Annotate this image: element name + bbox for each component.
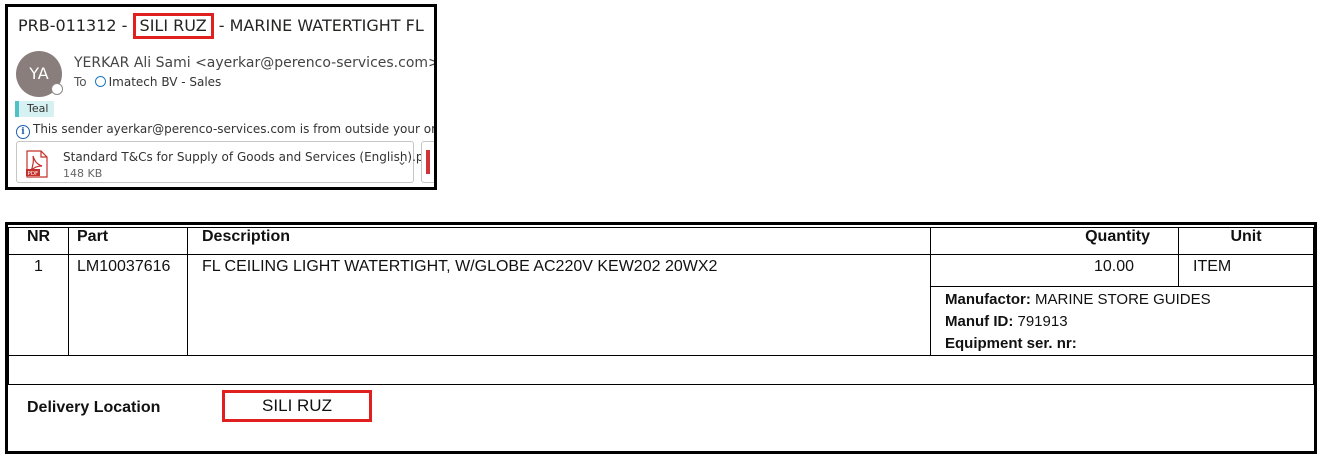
manufactor-value: MARINE STORE GUIDES [1035, 291, 1211, 308]
table-row: 1 LM10037616 FL CEILING LIGHT WATERTIGHT… [8, 254, 1314, 356]
email-header-panel: PRB-011312 - SILI RUZ - MARINE WATERTIGH… [5, 4, 437, 190]
to-label: To [74, 75, 87, 89]
order-panel: NR Part Description Quantity Unit 1 LM10… [5, 222, 1317, 454]
table-spacer-row [8, 355, 1314, 385]
table-header-row: NR Part Description Quantity Unit [8, 227, 1314, 255]
next-attachment-card[interactable] [421, 141, 434, 183]
cell-description: FL CEILING LIGHT WATERTIGHT, W/GLOBE AC2… [187, 254, 931, 356]
external-sender-notice: i This sender ayerkar@perenco-services.co… [16, 122, 436, 139]
cell-part: LM10037616 [68, 254, 188, 356]
header-nr: NR [8, 227, 69, 255]
attachment-name: Standard T&Cs for Supply of Goods and Se… [63, 150, 436, 164]
manufactor-line: Manufactor: MARINE STORE GUIDES [945, 289, 1299, 311]
external-notice-text: This sender ayerkar@perenco-services.com… [33, 122, 436, 136]
category-tag[interactable]: Teal [15, 101, 55, 117]
svg-text:PDF: PDF [28, 171, 39, 177]
equipment-line: Equipment ser. nr: [945, 333, 1299, 355]
manuf-id-label: Manuf ID: [945, 313, 1014, 330]
subject-highlight: SILI RUZ [132, 13, 214, 39]
recipient-presence-icon [94, 76, 106, 87]
delivery-location-value: SILI RUZ [222, 390, 372, 422]
equipment-label: Equipment ser. nr: [945, 335, 1077, 352]
info-icon: i [16, 125, 30, 139]
sender-name[interactable]: YERKAR Ali Sami <ayerkar@perenco-service… [74, 55, 434, 71]
manuf-id-value: 791913 [1017, 313, 1068, 330]
subject-suffix: - MARINE WATERTIGHT FL [213, 16, 424, 35]
subject-prefix: PRB-011312 - [18, 16, 133, 35]
header-part: Part [68, 227, 188, 255]
recipient-name[interactable]: Imatech BV - Sales [109, 75, 222, 89]
spacer-cell [8, 355, 1314, 385]
manufactor-label: Manufactor: [945, 291, 1031, 308]
delivery-location-label: Delivery Location [27, 399, 161, 416]
attachment-card[interactable]: PDF Standard T&Cs for Supply of Goods an… [16, 141, 434, 183]
cell-manufacturer-details: Manufactor: MARINE STORE GUIDES Manuf ID… [930, 286, 1314, 356]
cell-nr: 1 [8, 254, 69, 356]
manuf-id-line: Manuf ID: 791913 [945, 311, 1299, 333]
order-items-table: NR Part Description Quantity Unit 1 LM10… [8, 227, 1314, 385]
pdf-icon: PDF [26, 150, 48, 178]
email-subject: PRB-011312 - SILI RUZ - MARINE WATERTIGH… [18, 13, 424, 39]
attachment-size: 148 KB [63, 167, 103, 180]
header-quantity: Quantity [930, 227, 1179, 255]
cell-quantity: 10.00 [930, 254, 1179, 287]
chevron-down-icon[interactable]: ⌄ [397, 154, 407, 168]
cell-unit: ITEM [1178, 254, 1314, 287]
header-unit: Unit [1178, 227, 1314, 255]
to-line: To Imatech BV - Sales [74, 75, 221, 89]
presence-status-icon [51, 83, 63, 95]
header-description: Description [187, 227, 931, 255]
